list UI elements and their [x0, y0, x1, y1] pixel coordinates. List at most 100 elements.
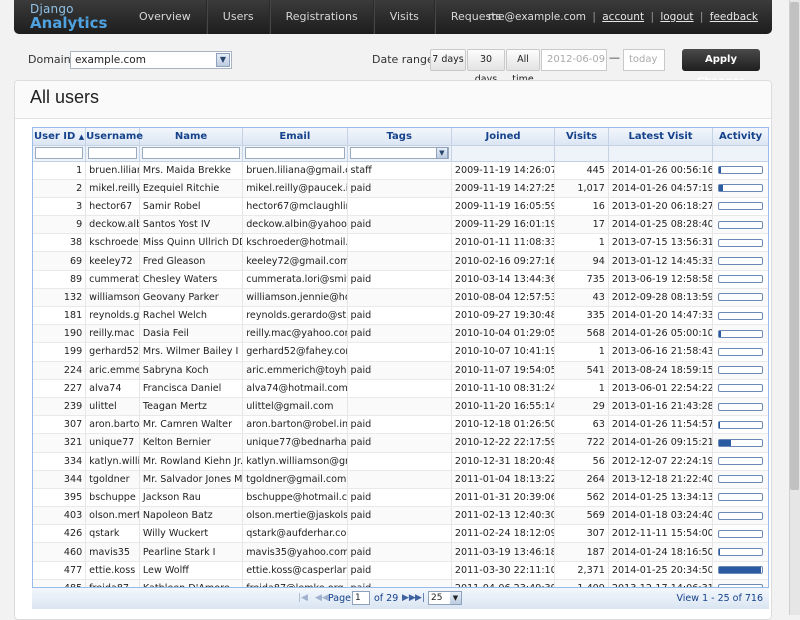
col-visits[interactable]: Visits: [554, 128, 609, 146]
last-page-icon[interactable]: ▶|: [415, 593, 425, 603]
table-row[interactable]: 395 bschuppe Jackson Rau bschuppe@hotmail.c…: [33, 488, 768, 508]
first-page-icon[interactable]: |◀: [298, 593, 308, 603]
cell-user-id: 132: [33, 288, 87, 308]
table-row[interactable]: 334katlyn.williamMr. Rowland Kiehn Jr.ka…: [33, 452, 768, 471]
cell-joined: 2011-01-31 20:39:06: [451, 488, 556, 508]
col-tags[interactable]: Tags: [347, 128, 452, 146]
table-row[interactable]: 460 mavis35 Pearline Stark Imavis35@yahoo.…: [33, 542, 768, 562]
range-7-days-button[interactable]: 7 days: [430, 49, 466, 71]
scrollbar-thumb[interactable]: [790, 2, 799, 490]
col-username[interactable]: Username: [85, 128, 143, 146]
table-row[interactable]: 89cummerata.loChesley Waterscummerata.lo…: [33, 270, 768, 289]
table-row[interactable]: 181reynolds.gerRachel Welchreynolds.gera…: [33, 306, 768, 326]
cell-tags: [347, 288, 452, 308]
col-latest-visit[interactable]: Latest Visit: [608, 128, 714, 146]
range-30-days-button[interactable]: 30 days: [467, 49, 505, 85]
cell-joined: 2010-10-07 10:41:19: [451, 342, 556, 362]
logout-link[interactable]: logout: [660, 11, 693, 23]
account-link[interactable]: account: [602, 11, 644, 23]
prev-page-icon[interactable]: ◀◀: [315, 593, 329, 603]
users-table: User ID ▲ Username Name Email Tags Joine…: [33, 128, 768, 606]
cell-joined: 2010-03-14 13:44:36: [451, 270, 556, 289]
cell-user-id: 395: [33, 488, 87, 508]
col-user-id[interactable]: User ID ▲: [33, 128, 87, 146]
filter-username-input[interactable]: [88, 147, 137, 159]
cell-joined: 2009-11-19 14:27:25: [451, 179, 556, 198]
cell-email: keeley72@gmail.com: [242, 251, 348, 271]
col-joined[interactable]: Joined: [451, 128, 556, 146]
cell-visits: 2,371: [554, 561, 609, 580]
table-row[interactable]: 132williamson.jeGeovany Parkerwilliamson…: [33, 288, 768, 308]
nav-visits[interactable]: Visits: [373, 0, 435, 34]
cell-tags: paid: [347, 506, 452, 526]
table-row[interactable]: 239 ulittel Teagan Mertz ulittel@gmail.com 2…: [33, 397, 768, 417]
cell-activity: [712, 361, 768, 380]
chevron-down-icon: ▼: [435, 147, 448, 159]
filter-tags-select[interactable]: ▼: [349, 147, 449, 159]
users-panel: All users User ID ▲ Username Name Email …: [14, 80, 772, 620]
activity-bar: [718, 457, 763, 466]
cell-email: hector67@mclaughlin.co: [242, 197, 348, 217]
cell-latest-visit: 2013-07-15 13:56:31: [608, 233, 714, 253]
range-all-time-button[interactable]: All time: [506, 49, 540, 85]
table-row[interactable]: 3hector67Samir Robelhector67@mclaughlin.…: [33, 197, 768, 217]
cell-email: gerhard52@fahey.com: [242, 342, 348, 362]
feedback-link[interactable]: feedback: [710, 11, 758, 23]
cell-visits: 16: [554, 197, 609, 217]
table-row[interactable]: 1bruen.lilianaMrs. Maida Brekkebruen.lil…: [33, 161, 768, 180]
cell-username: tgoldner: [85, 470, 140, 489]
cell-username: qstark: [85, 524, 140, 544]
cell-name: Francisca Daniel: [139, 379, 244, 398]
cell-name: Santos Yost IV: [139, 215, 244, 235]
domain-select[interactable]: example.com ▼: [70, 51, 232, 69]
cell-email: kschroeder@hotmail.com: [242, 233, 348, 253]
page-count: of 29: [374, 593, 399, 604]
cell-joined: 2011-02-13 12:40:30: [451, 506, 556, 526]
rows-per-page-select[interactable]: 25 ▼: [428, 591, 462, 605]
filter-name-input[interactable]: [141, 147, 241, 159]
cell-activity: [712, 379, 768, 398]
nav-overview[interactable]: Overview: [124, 0, 207, 34]
table-row[interactable]: 403olson.mertieNapoleon Batzolson.mertie…: [33, 506, 768, 526]
page-label: Page: [328, 593, 351, 604]
apply-changes-button[interactable]: Apply Changes: [682, 49, 760, 87]
table-row[interactable]: 477 ettie.koss Lew Wolff ettie.koss@casperl…: [33, 561, 768, 580]
cell-tags: paid: [347, 561, 452, 580]
date-from-input[interactable]: 2012-06-09: [541, 49, 607, 71]
table-row[interactable]: 321 unique77 Kelton Bernier unique77@bednar…: [33, 433, 768, 453]
col-name[interactable]: Name: [139, 128, 244, 146]
date-to-input[interactable]: today: [623, 49, 665, 71]
cell-latest-visit: 2014-01-25 20:34:50: [608, 561, 714, 580]
table-row[interactable]: 190 reilly.mac Dasia Feil reilly.mac@yahoo.…: [33, 324, 768, 344]
table-row[interactable]: 38 kschroeder Miss Quinn Ullrich DDS kschro…: [33, 233, 768, 253]
cell-name: Napoleon Batz: [139, 506, 244, 526]
table-row[interactable]: 426 qstark Willy Wuckert qstark@aufderhar.c…: [33, 524, 768, 544]
nav-registrations[interactable]: Registrations: [269, 0, 374, 34]
cell-latest-visit: 2014-01-26 04:57:19: [608, 179, 714, 198]
filter-user-id-input[interactable]: [35, 147, 84, 159]
cell-username: ettie.koss: [85, 561, 140, 580]
table-row[interactable]: 9deckow.albinSantos Yost IVdeckow.albin@…: [33, 215, 768, 235]
col-email[interactable]: Email: [242, 128, 348, 146]
page-number-input[interactable]: 1: [352, 591, 370, 605]
app-logo[interactable]: Django Analytics: [30, 2, 107, 31]
table-row[interactable]: 69 keeley72 Fred Gleason keeley72@gmail.com…: [33, 251, 768, 271]
table-row[interactable]: 344 tgoldner Mr. Salvador Jones MD tgoldner…: [33, 470, 768, 489]
cell-latest-visit: 2014-01-25 08:28:40: [608, 215, 714, 235]
table-row[interactable]: 307aron.bartonMr. Camren Walteraron.bart…: [33, 415, 768, 435]
table-row[interactable]: 224aric.emmerichSabryna Kocharic.emmeric…: [33, 361, 768, 380]
cell-activity: [712, 452, 768, 471]
cell-email: aric.emmerich@toyhilper: [242, 361, 348, 380]
cell-visits: 17: [554, 215, 609, 235]
next-page-icon[interactable]: ▶▶: [402, 593, 416, 603]
table-row[interactable]: 2 mikel.reilly Ezequiel Ritchie mikel.reill…: [33, 179, 768, 198]
cell-user-id: 477: [33, 561, 87, 580]
nav-users[interactable]: Users: [206, 0, 270, 34]
table-row[interactable]: 199 gerhard52 Mrs. Wilmer Bailey Igerhard5…: [33, 342, 768, 362]
col-activity[interactable]: Activity: [712, 128, 768, 146]
cell-joined: 2011-03-30 22:11:10: [451, 561, 556, 580]
table-row[interactable]: 227 alva74 Francisca Daniel alva74@hotmail.…: [33, 379, 768, 398]
page-scrollbar[interactable]: [789, 0, 800, 615]
filter-email-input[interactable]: [245, 147, 345, 159]
activity-bar: [718, 438, 763, 447]
